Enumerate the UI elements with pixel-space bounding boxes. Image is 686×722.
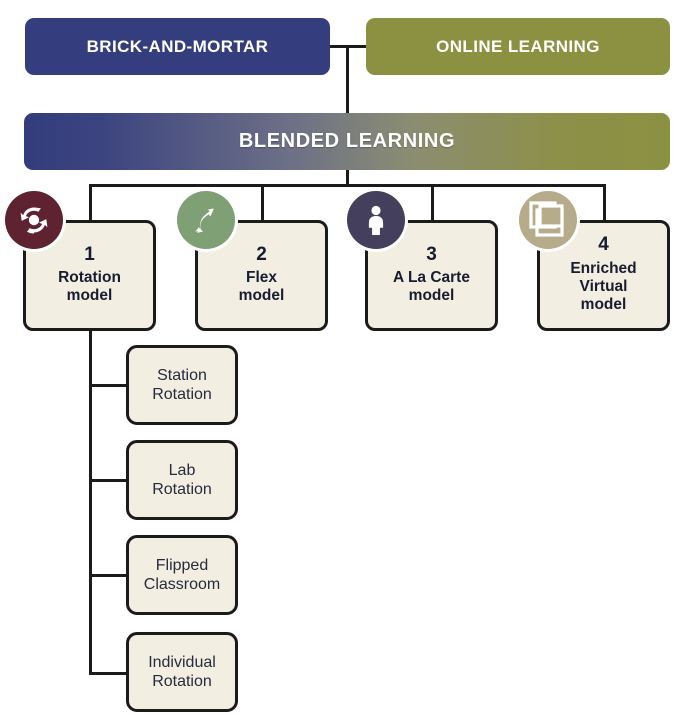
connector-top-vertical bbox=[346, 45, 349, 115]
connector-drop-model-3 bbox=[431, 184, 434, 222]
brick-and-mortar-label: BRICK-AND-MORTAR bbox=[86, 36, 269, 56]
sub-box-lab-rotation: Lab Rotation bbox=[126, 440, 238, 520]
model-number: 3 bbox=[426, 243, 437, 265]
connector-sub-3 bbox=[89, 574, 129, 577]
stacked-windows-icon bbox=[519, 191, 577, 249]
sub-box-flipped-classroom: Flipped Classroom bbox=[126, 535, 238, 615]
connector-drop-model-1 bbox=[89, 184, 92, 222]
connector-drop-model-2 bbox=[261, 184, 264, 222]
online-learning-box: ONLINE LEARNING bbox=[366, 18, 670, 75]
online-learning-label: ONLINE LEARNING bbox=[436, 36, 600, 56]
connector-rotation-spine bbox=[89, 331, 92, 675]
model-number: 1 bbox=[84, 243, 95, 265]
brick-and-mortar-box: BRICK-AND-MORTAR bbox=[25, 18, 330, 75]
connector-sub-4 bbox=[89, 672, 129, 675]
sub-box-individual-rotation: Individual Rotation bbox=[126, 632, 238, 712]
connector-sub-2 bbox=[89, 479, 129, 482]
model-name: A La Carte model bbox=[393, 268, 470, 305]
sub-box-label: Flipped Classroom bbox=[143, 556, 221, 593]
connector-sub-1 bbox=[89, 384, 129, 387]
blended-learning-diagram: BRICK-AND-MORTAR ONLINE LEARNING BLENDED… bbox=[0, 0, 686, 722]
model-name: Rotation model bbox=[58, 268, 121, 305]
sub-box-label: Station Rotation bbox=[152, 366, 212, 403]
sub-box-label: Individual Rotation bbox=[148, 653, 216, 690]
blended-learning-label: BLENDED LEARNING bbox=[238, 130, 456, 152]
connector-drop-model-4 bbox=[603, 184, 606, 222]
model-number: 2 bbox=[256, 243, 267, 265]
person-icon bbox=[347, 191, 405, 249]
sub-box-label: Lab Rotation bbox=[152, 461, 212, 498]
sub-box-station-rotation: Station Rotation bbox=[126, 345, 238, 425]
model-name: Flex model bbox=[238, 268, 285, 305]
model-name: Enriched Virtual model bbox=[570, 259, 637, 314]
flex-arrow-icon bbox=[177, 191, 235, 249]
blended-learning-box: BLENDED LEARNING bbox=[24, 113, 670, 170]
connector-models-bus bbox=[89, 184, 606, 187]
rotation-arrows-icon bbox=[5, 191, 63, 249]
model-number: 4 bbox=[598, 234, 609, 256]
